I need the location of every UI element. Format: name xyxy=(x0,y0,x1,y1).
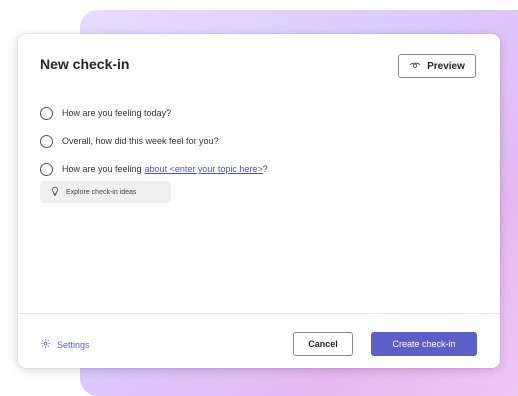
eye-icon xyxy=(409,59,421,74)
option-week-feel: Overall, how did this week feel for you? xyxy=(40,133,268,149)
gear-icon xyxy=(40,338,51,351)
settings-label: Settings xyxy=(57,339,90,350)
option-suffix: ? xyxy=(262,164,268,174)
preview-label: Preview xyxy=(427,60,465,72)
explore-label: Explore check-in ideas xyxy=(66,188,137,196)
lightbulb-icon xyxy=(50,186,60,198)
question-options: How are you feeling today? Overall, how … xyxy=(40,105,268,189)
explore-ideas-button[interactable]: Explore check-in ideas xyxy=(40,181,171,203)
topic-link[interactable]: about <enter your topic here> xyxy=(145,164,263,174)
dialog-title: New check-in xyxy=(40,56,130,72)
create-checkin-button[interactable]: Create check-in xyxy=(371,332,477,356)
option-label: How are you feeling today? xyxy=(62,108,172,118)
radio-button[interactable] xyxy=(40,162,53,176)
radio-button[interactable] xyxy=(40,106,53,120)
cancel-button[interactable]: Cancel xyxy=(293,332,353,356)
option-label: How are you feeling xyxy=(62,164,142,174)
option-label: Overall, how did this week feel for you? xyxy=(62,136,219,146)
stage: New check-in Preview How are you feeling… xyxy=(0,0,518,396)
preview-button[interactable]: Preview xyxy=(398,54,476,78)
footer-divider xyxy=(18,313,500,314)
option-feeling-about-topic: How are you feeling about <enter your to… xyxy=(40,161,268,177)
radio-button[interactable] xyxy=(40,134,53,148)
settings-link[interactable]: Settings xyxy=(40,338,90,351)
option-feeling-today: How are you feeling today? xyxy=(40,105,268,121)
new-checkin-dialog: New check-in Preview How are you feeling… xyxy=(18,34,500,368)
